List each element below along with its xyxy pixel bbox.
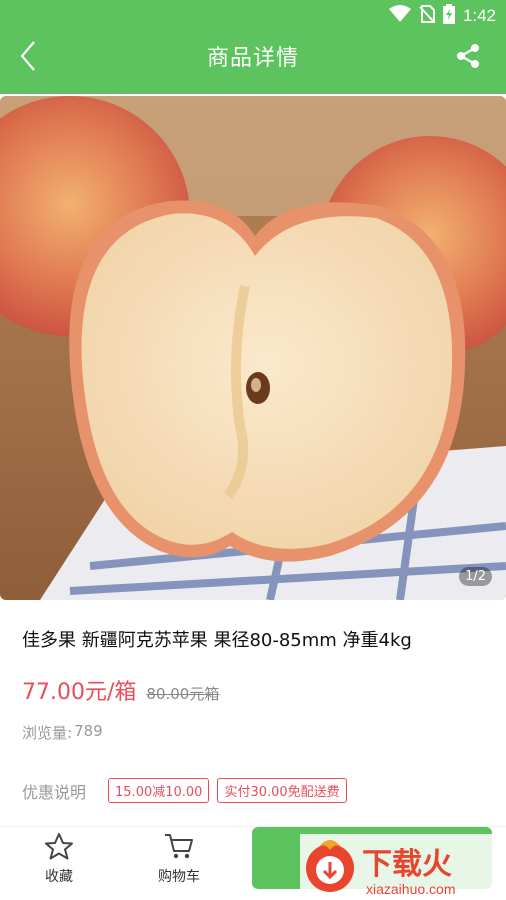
cart-icon [165,834,193,859]
page-title: 商品详情 [206,46,299,71]
status-time: 1:42 [462,6,496,25]
status-bar: 1:42 [388,4,496,28]
favorite-label: 收藏 [45,869,73,885]
promotion-label: 优惠说明 [22,782,87,802]
wifi-icon [388,5,411,27]
original-price: 80.00元箱 [146,685,220,703]
price-row: 77.00元/箱 80.00元箱 [22,674,219,706]
product-title: 佳多果 新疆阿克苏苹果 果径80-85mm 净重4kg [22,630,412,651]
product-photo [0,96,506,600]
no-sim-icon [419,5,435,27]
view-count-value: 789 [74,722,103,740]
cart-label: 购物车 [158,869,200,885]
view-count-label: 浏览量: [22,724,73,742]
cart-button[interactable]: 购物车 [134,827,224,891]
promotion-row: 优惠说明 15.00减10.00 实付30.00免配送费 [22,778,355,803]
watermark-logo: 下载火 xiazaihuo.com [300,834,506,900]
favorite-button[interactable]: 收藏 [14,827,104,891]
share-button[interactable] [452,40,484,72]
title-bar: 商品详情 [0,34,506,78]
view-count: 浏览量: 789 [22,722,103,743]
current-price: 77.00元/箱 [22,680,137,705]
share-icon [457,44,479,68]
image-counter: 1/2 [459,567,492,586]
battery-icon [442,4,455,28]
app-bar: 1:42 商品详情 [0,0,506,94]
promotion-tag-free-delivery: 实付30.00免配送费 [217,778,347,803]
svg-text:xiazaihuo.com: xiazaihuo.com [366,881,456,897]
svg-text:下载火: 下载火 [362,847,452,882]
star-icon [45,833,73,860]
promotion-tag-discount: 15.00减10.00 [108,778,210,803]
product-image-gallery[interactable]: 1/2 [0,96,506,600]
